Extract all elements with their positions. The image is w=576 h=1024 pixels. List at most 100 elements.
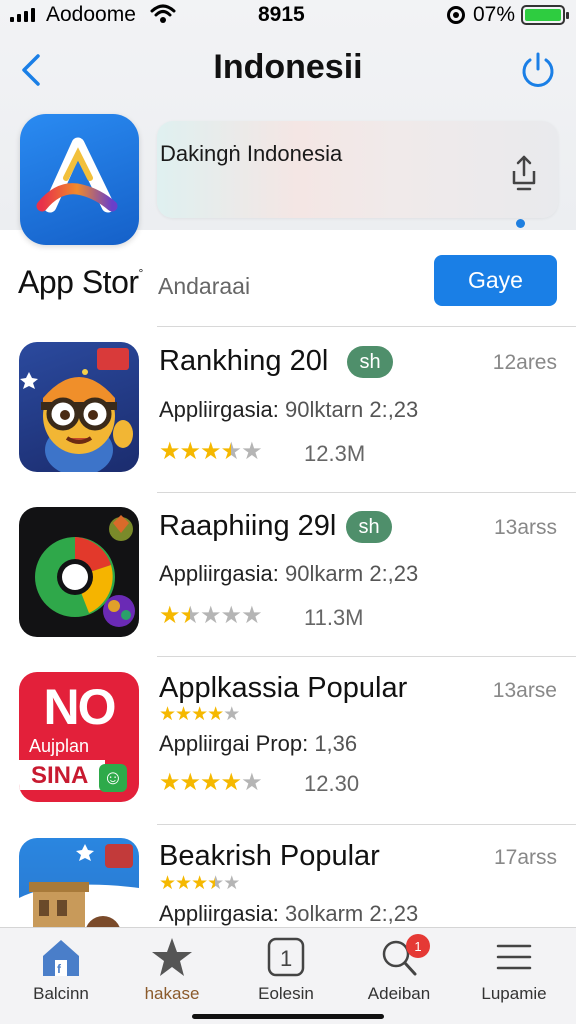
app-age: 13arss	[493, 516, 557, 539]
tab-label: Balcinn	[33, 984, 89, 1003]
star-icon: ★	[220, 769, 242, 796]
star-icon: ★	[207, 873, 224, 894]
page-indicator-dot	[516, 219, 525, 228]
tab-bar: f Balcinn hakase 1 Eolesin 1 Adeiban Lup…	[0, 927, 576, 1024]
star-icon: ★	[241, 602, 262, 629]
star-icon: ★	[159, 704, 176, 725]
get-button[interactable]: Gaye	[434, 255, 557, 306]
search-card[interactable]: Dakingṅ Indonesia	[157, 121, 558, 218]
app-subtitle-detail: 90lkarm 2:,23	[284, 561, 419, 586]
tab-label: Adeiban	[367, 984, 431, 1003]
tab-menu[interactable]: Lupamie	[459, 936, 569, 1016]
star-icon: ★	[207, 704, 224, 725]
tab-apps[interactable]: 1 Eolesin	[231, 936, 341, 1016]
status-bar: Aodoome 8915 07%	[0, 0, 576, 32]
icon-green-badge: ☺	[99, 764, 127, 792]
app-subtitle-label: Appliirgasia:	[159, 397, 279, 422]
svg-text:1: 1	[280, 946, 292, 971]
signal-icon	[10, 8, 35, 22]
star-icon: ★	[159, 873, 176, 894]
app-icon-chrome[interactable]	[19, 507, 139, 637]
search-text: Dakingṅ Indonesia	[160, 141, 343, 166]
star-icon: ★	[200, 602, 221, 629]
wifi-icon	[150, 4, 176, 23]
app-age: 17arss	[493, 846, 557, 869]
icon-text-bottom: SINA	[31, 762, 89, 789]
star-icon: ★	[200, 438, 221, 465]
tab-home[interactable]: f Balcinn	[6, 936, 116, 1016]
home-icon: f	[43, 940, 79, 976]
app-subtitle: Appliirgasia: 3olkarm 2:,23	[159, 901, 418, 927]
app-subtitle-label: Appliirgasia:	[159, 901, 279, 926]
icon-text-top: NO	[43, 679, 117, 735]
app-badge: sh	[346, 511, 392, 543]
star-icon: ★	[220, 438, 242, 465]
star-icon: ★	[179, 602, 201, 629]
app-subtitle-detail: 3olkarm 2:,23	[284, 901, 419, 926]
battery-icon	[521, 5, 569, 25]
star-icon: ★	[179, 769, 201, 796]
app-badge: sh	[347, 346, 393, 378]
star-icon: ★	[191, 873, 208, 894]
menu-icon	[496, 944, 532, 970]
store-title-mark: °	[138, 266, 144, 280]
star-icon: ★	[223, 704, 240, 725]
store-title: App Stor°	[18, 264, 143, 301]
share-icon[interactable]	[509, 153, 539, 193]
star-rating: ★★★★★	[159, 437, 263, 466]
carrier-name: Aodoome	[46, 3, 136, 26]
app-subtitle-label: Appliirgai Prop:	[159, 731, 309, 756]
star-icon: ★	[223, 873, 240, 894]
app-size: 12.3M	[304, 441, 366, 466]
tab-featured[interactable]: hakase	[117, 936, 227, 1016]
app-title[interactable]: Beakrish Popular	[159, 840, 380, 873]
app-icon-sina[interactable]: NO Aujplan SINA ☺	[19, 672, 139, 802]
tab-label: Eolesin	[258, 984, 314, 1003]
tab-label: Lupamie	[481, 984, 547, 1003]
lock-icon	[447, 6, 465, 24]
divider	[157, 656, 576, 657]
tab-search[interactable]: 1 Adeiban	[344, 934, 454, 1016]
app-subtitle: Appliirgasia: 90lktarn 2:,23	[159, 397, 418, 423]
star-icon: ★	[241, 438, 262, 465]
star-rating: ★★★★★	[159, 768, 263, 797]
star-icon: ★	[159, 602, 180, 629]
power-icon[interactable]	[518, 50, 558, 90]
app-subtitle-detail: 1,36	[314, 731, 358, 756]
clock: 8915	[258, 3, 305, 26]
star-icon: ★	[175, 873, 192, 894]
home-indicator	[192, 1014, 384, 1019]
app-subtitle: Appliirgasia: 90lkarm 2:,23	[159, 561, 418, 587]
divider	[157, 326, 576, 327]
icon-text-mid: Aujplan	[29, 736, 90, 756]
app-size: 11.3M	[304, 605, 364, 630]
app-title[interactable]: Raaphiing 29l	[159, 510, 336, 543]
app-icon-minion[interactable]	[19, 342, 139, 472]
app-title[interactable]: Applkassia Popular	[159, 672, 407, 705]
tab-label: hakase	[144, 984, 200, 1003]
star-icon: ★	[159, 769, 180, 796]
star-icon: ★	[241, 769, 262, 796]
app-subtitle-detail: 90lktarn 2:,23	[284, 397, 419, 422]
app-store-logo	[20, 114, 139, 245]
star-rating-top: ★★★★★	[159, 703, 240, 726]
app-title[interactable]: Rankhing 20l	[159, 345, 328, 378]
divider	[157, 492, 576, 493]
divider	[157, 824, 576, 825]
battery-percent: 07%	[473, 3, 516, 26]
star-icon: ★	[200, 769, 221, 796]
app-age: 13arse	[492, 679, 557, 702]
app-subtitle: Appliirgai Prop: 1,36	[159, 731, 357, 757]
store-title-text: App Stor	[18, 264, 139, 300]
star-icon: ★	[159, 438, 180, 465]
page-title: Indonesii	[213, 48, 363, 86]
star-icon: ★	[175, 704, 192, 725]
star-rating-top: ★★★★★	[159, 872, 240, 895]
app-age: 12ares	[492, 351, 557, 374]
star-icon: ★	[179, 438, 201, 465]
store-subtitle: Andaraai	[158, 273, 251, 299]
app-subtitle-label: Appliirgasia:	[159, 561, 279, 586]
star-icon: ★	[191, 704, 208, 725]
notification-badge: 1	[406, 934, 430, 958]
star-icon	[152, 938, 192, 976]
